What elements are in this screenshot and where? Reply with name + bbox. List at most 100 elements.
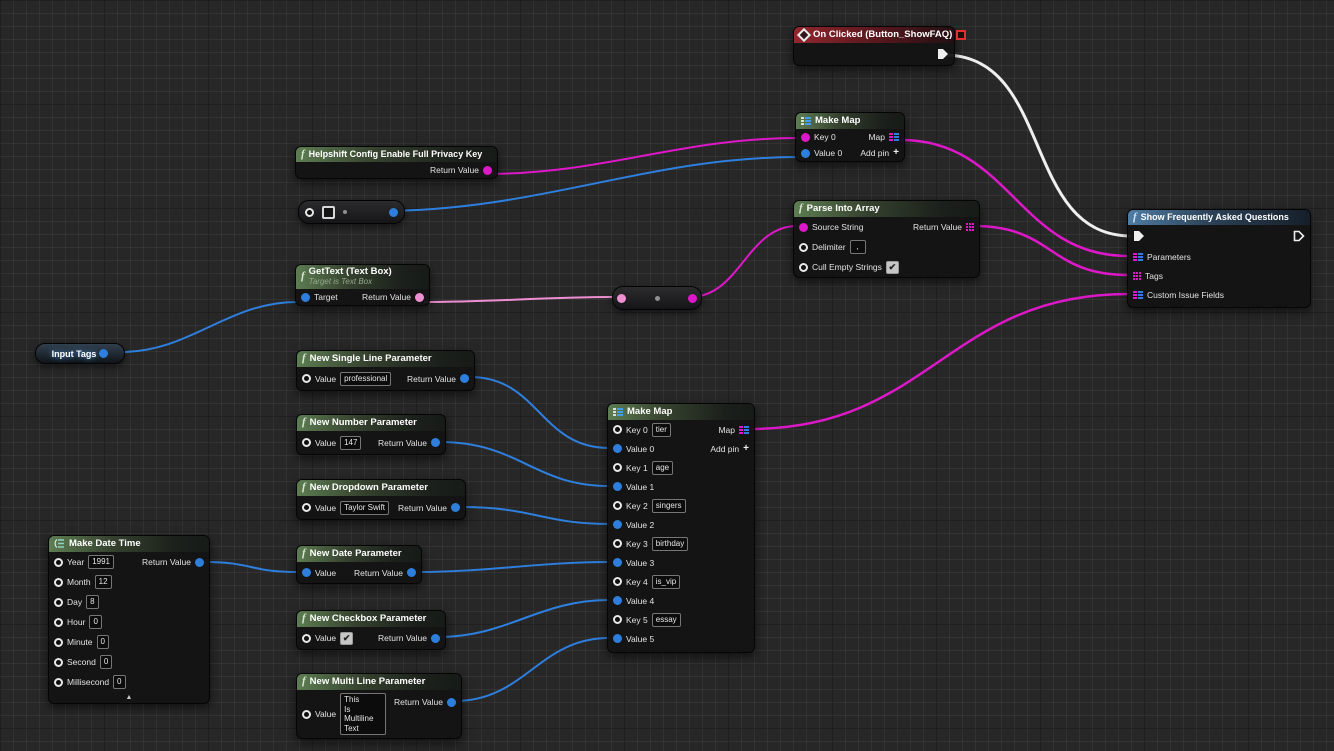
node-make-map-top[interactable]: Make Map Key 0 Map Value 0 Add pin + (795, 112, 905, 162)
custom-issue-fields-pin[interactable] (1133, 291, 1143, 299)
value-pin[interactable] (302, 634, 311, 643)
value-checkbox[interactable]: ✔ (340, 632, 353, 645)
millisecond-field[interactable]: 0 (113, 675, 125, 689)
value-pin[interactable] (302, 503, 311, 512)
key1-field[interactable]: age (652, 461, 673, 475)
day-pin[interactable] (54, 598, 63, 607)
return-value-pin[interactable] (431, 634, 440, 643)
tags-pin[interactable] (1133, 272, 1141, 280)
hour-pin[interactable] (54, 618, 63, 627)
bool-input-pin[interactable] (305, 208, 314, 217)
return-value-pin[interactable] (483, 166, 492, 175)
bool-checkbox[interactable] (322, 206, 335, 219)
second-pin[interactable] (54, 658, 63, 667)
month-field[interactable]: 12 (95, 575, 112, 589)
wire-inputtags-to-target[interactable] (121, 302, 297, 352)
key2-pin[interactable] (613, 501, 622, 510)
return-value-pin[interactable] (460, 374, 469, 383)
return-value-array-pin[interactable] (966, 223, 974, 231)
month-pin[interactable] (54, 578, 63, 587)
value-pin[interactable] (302, 568, 311, 577)
value1-pin[interactable] (613, 482, 622, 491)
wire-singleline-to-value0[interactable] (470, 377, 609, 448)
key4-field[interactable]: is_vip (652, 575, 680, 589)
value-multiline-field[interactable]: This Is Multiline Text (340, 693, 386, 735)
key0-pin[interactable] (801, 133, 810, 142)
node-text-to-string[interactable] (612, 286, 702, 310)
value2-pin[interactable] (613, 520, 622, 529)
node-gettext[interactable]: f GetText (Text Box) Target is Text Box … (295, 264, 430, 306)
return-value-pin[interactable] (407, 568, 416, 577)
node-input-tags[interactable]: Input Tags (35, 343, 125, 364)
node-make-map-mid[interactable]: Make Map Key 0 tier Map Value 0 Add pin … (607, 403, 755, 653)
wire-dropdown-to-value2[interactable] (462, 507, 609, 524)
delimiter-field[interactable]: , (850, 240, 866, 254)
wire-multiline-to-value5[interactable] (455, 638, 609, 701)
cull-empty-strings-checkbox[interactable]: ✔ (886, 261, 899, 274)
cull-empty-strings-pin[interactable] (799, 263, 808, 272)
node-new-single-line-parameter[interactable]: f New Single Line Parameter Value profes… (296, 350, 475, 391)
return-value-pin[interactable] (447, 698, 456, 707)
exec-input-pin[interactable] (1133, 230, 1145, 242)
delimiter-pin[interactable] (799, 243, 808, 252)
collapse-arrow[interactable]: ▲ (49, 692, 209, 703)
year-field[interactable]: 1991 (88, 555, 114, 569)
node-new-multi-line-parameter[interactable]: f New Multi Line Parameter Value This Is… (296, 673, 462, 739)
delegate-pin[interactable] (956, 30, 966, 40)
node-parse-into-array[interactable]: f Parse Into Array Source String Return … (793, 200, 980, 278)
hour-field[interactable]: 0 (89, 615, 101, 629)
node-bool-literal[interactable] (298, 200, 405, 224)
parameters-pin[interactable] (1133, 253, 1143, 261)
add-pin-button[interactable]: + (743, 445, 749, 453)
value0-pin[interactable] (801, 149, 810, 158)
second-field[interactable]: 0 (100, 655, 112, 669)
wire-makemapmid-to-customfields[interactable] (750, 294, 1128, 429)
key0-pin[interactable] (613, 425, 622, 434)
day-field[interactable]: 8 (86, 595, 98, 609)
key3-pin[interactable] (613, 539, 622, 548)
key3-field[interactable]: birthday (652, 537, 688, 551)
value-field[interactable]: Taylor Swift (340, 501, 389, 515)
node-new-date-parameter[interactable]: f New Date Parameter Value Return Value (296, 545, 422, 584)
value-field[interactable]: 147 (340, 436, 361, 450)
text-input-pin[interactable] (617, 294, 626, 303)
key4-pin[interactable] (613, 577, 622, 586)
wire-conversion-to-sourcestring[interactable] (690, 226, 797, 297)
source-string-pin[interactable] (799, 223, 808, 232)
exec-output-pin[interactable] (1293, 230, 1305, 242)
node-make-date-time[interactable]: Make Date Time Year 1991 Return Value Mo… (48, 535, 210, 704)
value-pin[interactable] (302, 438, 311, 447)
key0-field[interactable]: tier (652, 423, 671, 437)
wire-dateparam-to-value3[interactable] (418, 562, 609, 572)
wire-makedatetime-to-dateparam[interactable] (204, 562, 298, 572)
node-show-faq[interactable]: f Show Frequently Asked Questions Parame… (1127, 209, 1311, 308)
key5-pin[interactable] (613, 615, 622, 624)
string-output-pin[interactable] (688, 294, 697, 303)
millisecond-pin[interactable] (54, 678, 63, 687)
minute-pin[interactable] (54, 638, 63, 647)
value-field[interactable]: professional (340, 372, 391, 386)
map-output-pin[interactable] (889, 133, 899, 141)
key1-pin[interactable] (613, 463, 622, 472)
wire-number-to-value1[interactable] (440, 442, 609, 486)
value3-pin[interactable] (613, 558, 622, 567)
blueprint-graph[interactable]: On Clicked (Button_ShowFAQ) Make Map Key… (0, 0, 1334, 751)
wire-helpshift-to-key0[interactable] (485, 138, 799, 174)
return-value-pin[interactable] (431, 438, 440, 447)
value0-pin[interactable] (613, 444, 622, 453)
map-output-pin[interactable] (739, 426, 749, 434)
wire-checkbox-to-value4[interactable] (438, 600, 609, 637)
value-pin[interactable] (302, 710, 311, 719)
return-value-pin[interactable] (415, 293, 424, 302)
minute-field[interactable]: 0 (97, 635, 109, 649)
output-pin[interactable] (99, 349, 108, 358)
value4-pin[interactable] (613, 596, 622, 605)
return-value-pin[interactable] (451, 503, 460, 512)
key5-field[interactable]: essay (652, 613, 681, 627)
bool-output-pin[interactable] (389, 208, 398, 217)
node-helpshift-config[interactable]: f Helpshift Config Enable Full Privacy K… (295, 146, 498, 179)
return-value-pin[interactable] (195, 558, 204, 567)
key2-field[interactable]: singers (652, 499, 686, 513)
add-pin-button[interactable]: + (893, 149, 899, 157)
wire-gettext-to-conversion[interactable] (424, 297, 614, 302)
